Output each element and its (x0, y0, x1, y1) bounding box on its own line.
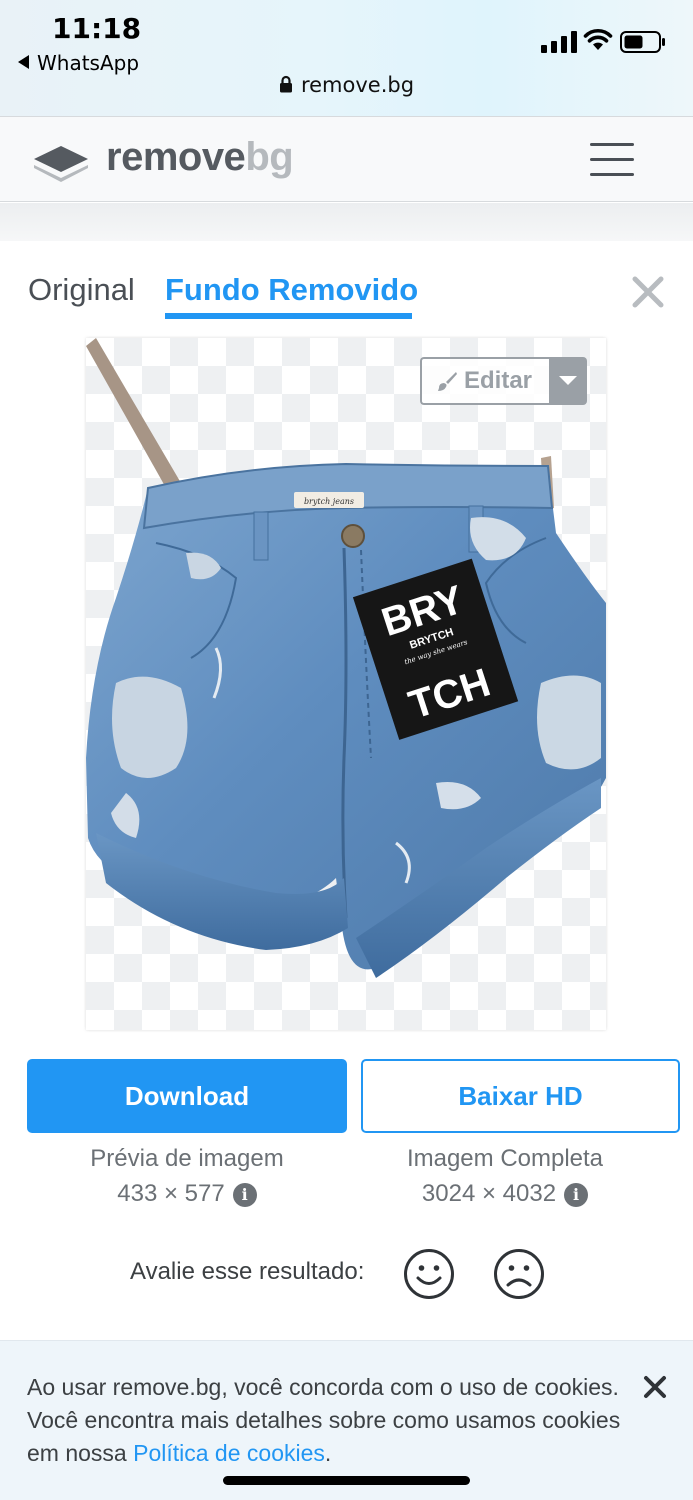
tab-original[interactable]: Original (28, 272, 135, 308)
logo-text[interactable]: removebg (106, 135, 294, 180)
edit-button-group: Editar (420, 357, 587, 405)
url-text: remove.bg (300, 73, 415, 97)
home-indicator (223, 1476, 470, 1485)
edit-button-label: Editar (464, 367, 533, 394)
brush-icon (438, 372, 457, 391)
battery-icon (620, 31, 665, 53)
back-to-app-link[interactable]: WhatsApp (18, 51, 139, 75)
edit-button[interactable]: Editar (420, 357, 549, 405)
close-icon[interactable] (631, 275, 665, 309)
waistband-label: brytch jeans (304, 497, 354, 506)
full-image-size: 3024 × 4032 (421, 1180, 557, 1207)
signal-icon (541, 31, 577, 53)
download-hd-button[interactable]: Baixar HD (361, 1059, 680, 1133)
site-header: removebg (0, 116, 693, 202)
status-bar: 11:18 WhatsApp remove.bg (0, 0, 693, 116)
lock-icon (279, 75, 292, 93)
sad-face-icon[interactable] (493, 1248, 545, 1300)
header-gap (0, 203, 693, 241)
status-time: 11:18 (52, 12, 142, 45)
denim-shorts-image: brytch jeans BRY BRYTCH the way she wear… (86, 338, 606, 978)
happy-face-icon[interactable] (403, 1248, 455, 1300)
full-image-caption: Imagem Completa (406, 1145, 604, 1172)
wifi-icon (583, 28, 613, 50)
preview-size: 433 × 577 (117, 1180, 225, 1207)
logo-text-bg: bg (245, 135, 294, 179)
preview-caption: Prévia de imagem (90, 1145, 284, 1172)
logo-text-remove: remove (106, 135, 246, 179)
hamburger-menu-icon[interactable] (588, 141, 636, 177)
logo-layers-icon[interactable] (32, 143, 90, 183)
close-icon[interactable] (643, 1375, 667, 1399)
address-bar[interactable]: remove.bg (0, 73, 693, 97)
preview-info: Prévia de imagem 433 × 577 i (27, 1141, 347, 1211)
info-icon[interactable]: i (564, 1183, 589, 1207)
active-tab-underline (165, 313, 412, 319)
info-icon[interactable]: i (232, 1183, 257, 1207)
edit-dropdown-chevron-down-icon[interactable] (549, 357, 587, 405)
tab-background-removed[interactable]: Fundo Removido (165, 272, 418, 308)
cookie-policy-link[interactable]: Política de cookies (133, 1440, 325, 1466)
cookie-text: Ao usar remove.bg, você concorda com o u… (27, 1371, 637, 1470)
result-image: brytch jeans BRY BRYTCH the way she wear… (86, 338, 606, 1030)
cookie-text-end: . (324, 1440, 332, 1466)
back-arrow-icon (18, 55, 29, 69)
back-app-label: WhatsApp (37, 51, 140, 75)
full-image-info: Imagem Completa 3024 × 4032 i (345, 1141, 665, 1211)
rating-label: Avalie esse resultado: (130, 1258, 365, 1285)
download-button[interactable]: Download (27, 1059, 347, 1133)
